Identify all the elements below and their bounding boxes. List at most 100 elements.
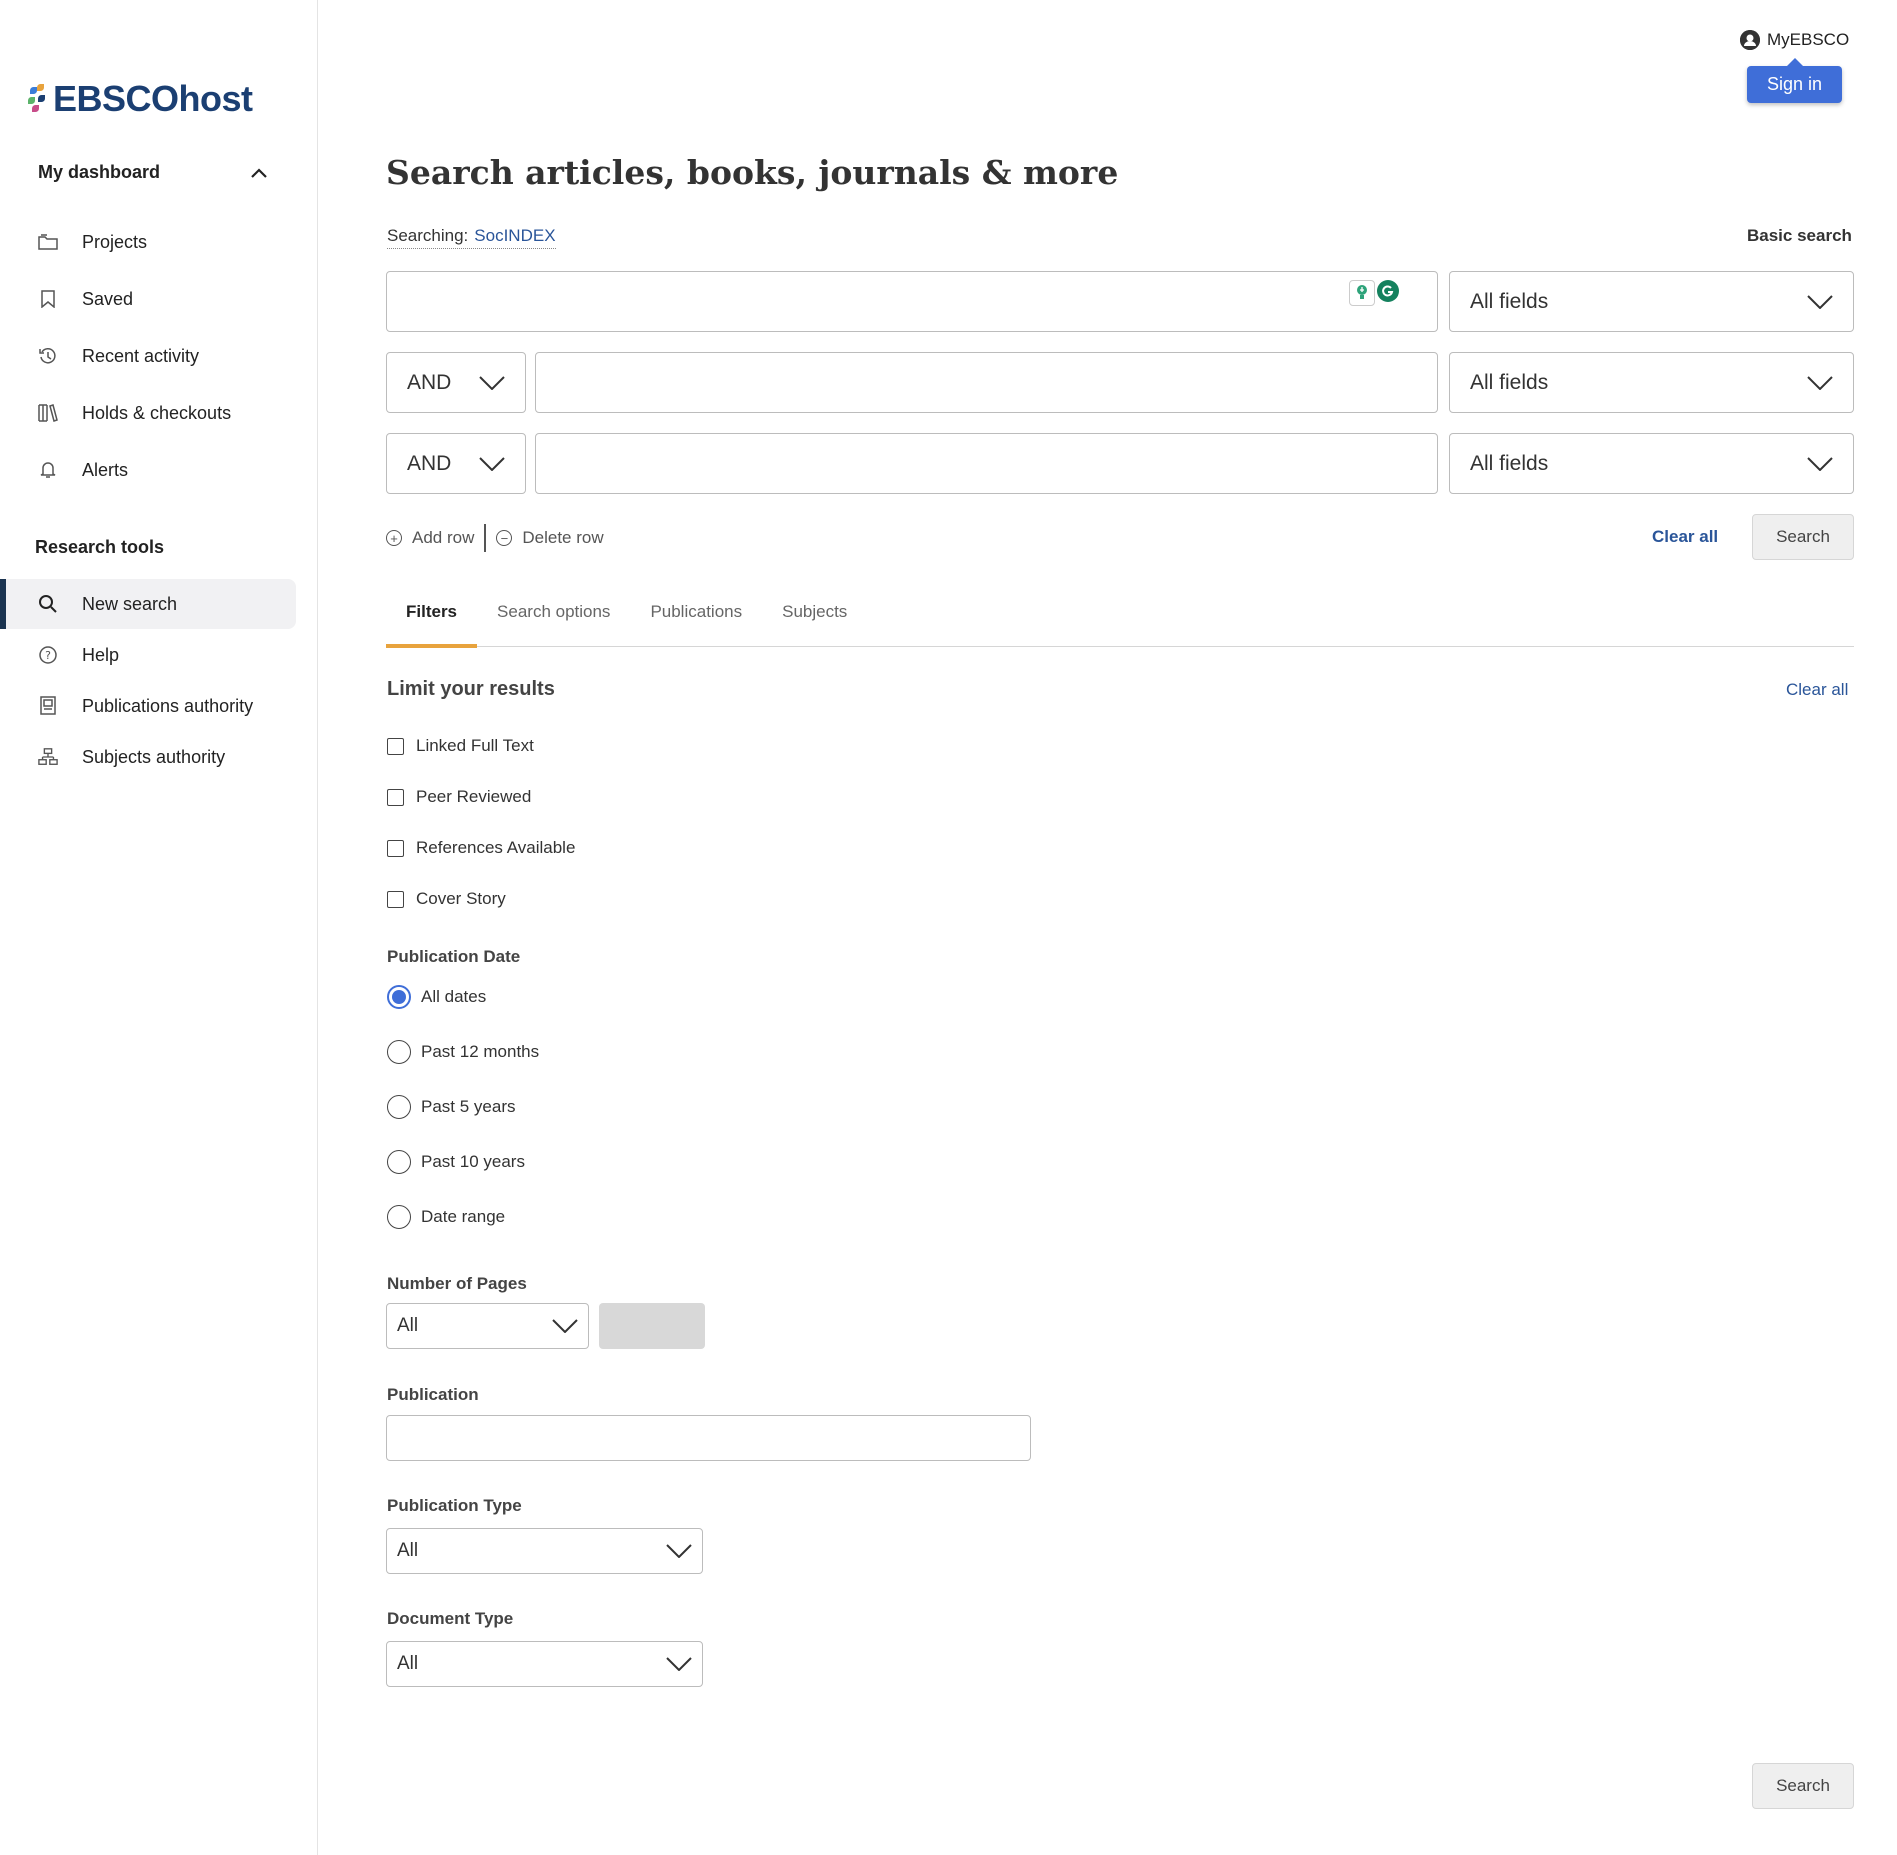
publication-date-label: Publication Date xyxy=(387,947,521,966)
radio-past-12-months[interactable]: Past 12 months xyxy=(387,1040,539,1064)
field-select-value: All fields xyxy=(1470,370,1549,394)
checkbox-label: Peer Reviewed xyxy=(416,787,532,806)
search-button[interactable]: Search xyxy=(1752,514,1854,560)
publication-type-label: Publication Type xyxy=(387,1496,522,1515)
searching-label: Searching: xyxy=(387,226,469,245)
checkbox-label: Cover Story xyxy=(416,889,506,908)
chevron-down-icon xyxy=(1807,456,1833,471)
radio-button[interactable] xyxy=(387,985,411,1009)
radio-button[interactable] xyxy=(387,1095,411,1119)
radio-past-5-years[interactable]: Past 5 years xyxy=(387,1095,516,1119)
sidebar-item-alerts[interactable]: Alerts xyxy=(0,445,296,495)
publication-input[interactable] xyxy=(386,1415,1031,1461)
operator-value: AND xyxy=(407,451,452,475)
radio-past-10-years[interactable]: Past 10 years xyxy=(387,1150,525,1174)
chevron-down-icon xyxy=(1807,294,1833,309)
basic-search-link[interactable]: Basic search xyxy=(1747,226,1852,246)
sidebar: EBSCOhost My dashboard Projects Saved Re… xyxy=(0,0,318,1855)
chevron-down-icon xyxy=(1807,375,1833,390)
myebsco-account[interactable]: MyEBSCO xyxy=(1740,30,1849,50)
sidebar-item-label: Help xyxy=(82,644,120,665)
search-input-row-3[interactable] xyxy=(535,433,1438,494)
sidebar-item-recent-activity[interactable]: Recent activity xyxy=(0,331,296,381)
radio-button[interactable] xyxy=(387,1205,411,1229)
pages-select[interactable]: All xyxy=(386,1303,589,1349)
checkbox-box[interactable] xyxy=(387,839,404,857)
clear-all-button[interactable]: Clear all xyxy=(1652,527,1718,547)
bookmark-icon xyxy=(38,289,58,309)
sidebar-item-holds-checkouts[interactable]: Holds & checkouts xyxy=(0,388,296,438)
tab-publications[interactable]: Publications xyxy=(630,592,762,647)
tab-subjects[interactable]: Subjects xyxy=(762,592,867,647)
sidebar-item-help[interactable]: ? Help xyxy=(0,630,296,680)
extension-icons xyxy=(1349,280,1399,306)
checkbox-box[interactable] xyxy=(387,737,404,755)
radio-date-range[interactable]: Date range xyxy=(387,1205,505,1229)
field-select-row-2[interactable]: All fields xyxy=(1449,352,1854,413)
add-row-button[interactable]: + Add row xyxy=(386,528,474,548)
logo-mark-icon xyxy=(28,84,50,114)
database-name: SocINDEX xyxy=(474,226,556,245)
checkbox-references-available[interactable]: References Available xyxy=(387,838,575,858)
checkbox-label: References Available xyxy=(416,838,576,857)
pages-value-input[interactable] xyxy=(599,1303,705,1349)
search-input-row-1[interactable] xyxy=(386,271,1438,332)
search-icon xyxy=(38,594,58,614)
field-select-row-1[interactable]: All fields xyxy=(1449,271,1854,332)
publication-type-value: All xyxy=(397,1540,419,1561)
delete-row-label: Delete row xyxy=(522,528,604,547)
sidebar-item-subjects-authority[interactable]: Subjects authority xyxy=(0,732,296,782)
sidebar-item-label: Holds & checkouts xyxy=(82,402,232,423)
operator-select-row-2[interactable]: AND xyxy=(386,352,526,413)
field-select-value: All fields xyxy=(1470,289,1549,313)
publication-label: Publication xyxy=(387,1385,479,1404)
limit-results-title: Limit your results xyxy=(387,678,555,700)
document-type-select[interactable]: All xyxy=(386,1641,703,1687)
grammarly-icon[interactable] xyxy=(1377,280,1399,302)
sign-in-button[interactable]: Sign in xyxy=(1747,58,1842,103)
delete-row-button[interactable]: − Delete row xyxy=(496,528,604,548)
publication-type-select[interactable]: All xyxy=(386,1528,703,1574)
search-input-row-2[interactable] xyxy=(535,352,1438,413)
field-select-row-3[interactable]: All fields xyxy=(1449,433,1854,494)
myebsco-label: MyEBSCO xyxy=(1767,30,1850,49)
filter-tabs: Filters Search options Publications Subj… xyxy=(386,592,1854,648)
chevron-down-icon xyxy=(666,1544,692,1558)
user-circle-icon xyxy=(1740,30,1760,50)
radio-all-dates[interactable]: All dates xyxy=(387,985,486,1009)
tab-search-options[interactable]: Search options xyxy=(477,592,630,647)
sidebar-item-publications-authority[interactable]: Publications authority xyxy=(0,681,296,731)
my-dashboard-toggle[interactable]: My dashboard xyxy=(38,162,268,183)
sidebar-item-label: Projects xyxy=(82,231,148,252)
lightbulb-icon[interactable] xyxy=(1349,280,1375,306)
research-tools-title: Research tools xyxy=(35,537,165,557)
my-dashboard-title: My dashboard xyxy=(38,162,161,182)
sidebar-item-label: Alerts xyxy=(82,459,129,480)
books-icon xyxy=(38,403,58,423)
sidebar-item-projects[interactable]: Projects xyxy=(0,217,296,267)
sidebar-item-label: Saved xyxy=(82,288,134,309)
search-button-bottom[interactable]: Search xyxy=(1752,1763,1854,1809)
pages-select-value: All xyxy=(397,1315,419,1336)
radio-button[interactable] xyxy=(387,1040,411,1064)
add-row-label: Add row xyxy=(412,528,475,547)
sidebar-item-saved[interactable]: Saved xyxy=(0,274,296,324)
searching-database[interactable]: Searching: SocINDEX xyxy=(387,226,556,249)
checkbox-box[interactable] xyxy=(387,890,404,908)
chevron-up-icon xyxy=(251,167,267,178)
clear-filters-button[interactable]: Clear all xyxy=(1786,680,1848,700)
checkbox-linked-full-text[interactable]: Linked Full Text xyxy=(387,736,534,756)
ebscohost-logo[interactable]: EBSCOhost xyxy=(28,78,253,120)
checkbox-peer-reviewed[interactable]: Peer Reviewed xyxy=(387,787,531,807)
radio-button[interactable] xyxy=(387,1150,411,1174)
chevron-down-icon xyxy=(666,1657,692,1671)
tab-filters[interactable]: Filters xyxy=(386,592,478,648)
operator-select-row-3[interactable]: AND xyxy=(386,433,526,494)
page-title: Search articles, books, journals & more xyxy=(386,153,1119,192)
checkbox-cover-story[interactable]: Cover Story xyxy=(387,889,506,909)
logo-text: EBSCOhost xyxy=(53,78,253,119)
sidebar-item-new-search[interactable]: New search xyxy=(0,579,296,629)
radio-label: All dates xyxy=(421,987,487,1006)
help-icon: ? xyxy=(38,645,58,665)
checkbox-box[interactable] xyxy=(387,788,404,806)
